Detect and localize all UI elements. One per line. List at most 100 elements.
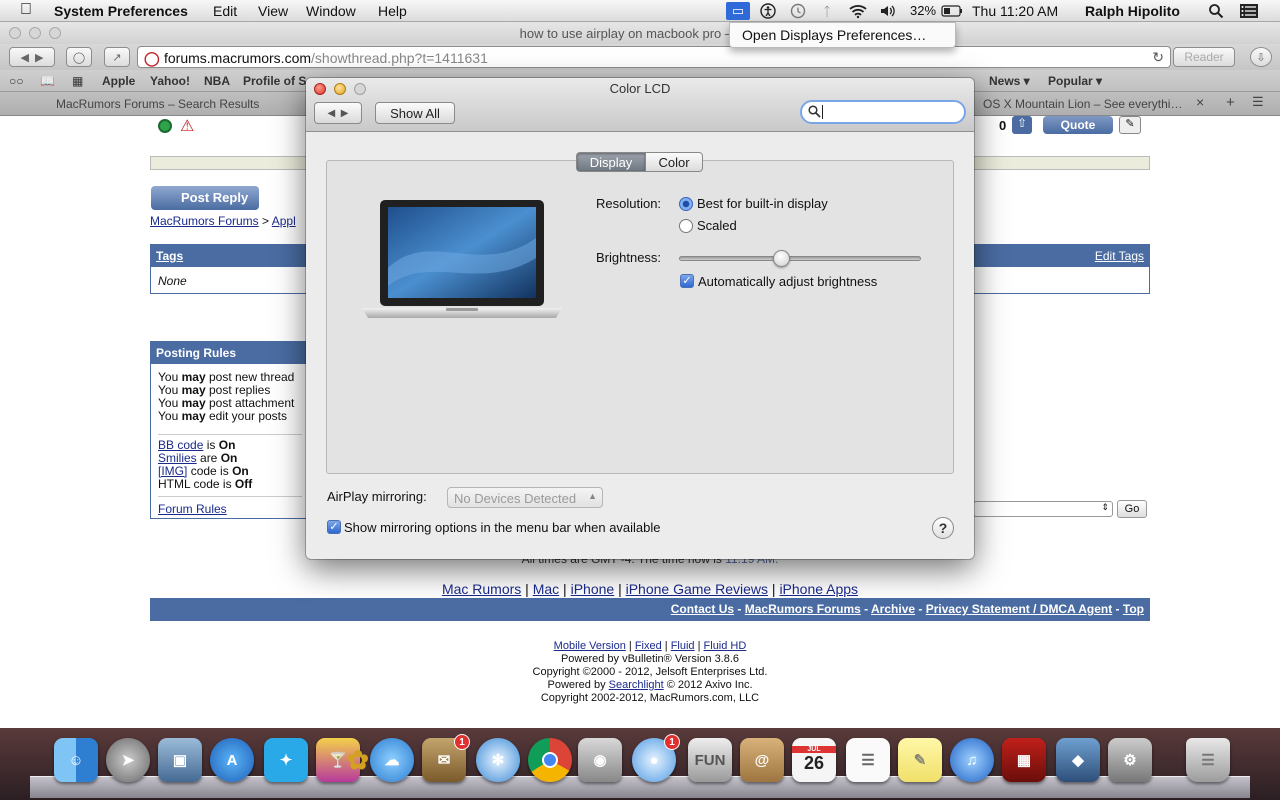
cloud-app-icon[interactable]: ☁ <box>370 738 414 782</box>
launchpad-icon[interactable]: ➤ <box>106 738 150 782</box>
spotlight-icon[interactable] <box>1206 2 1226 20</box>
notes-icon[interactable]: ✎ <box>898 738 942 782</box>
bb-code-link[interactable]: BB code <box>158 438 203 452</box>
tags-title[interactable]: Tags <box>156 249 183 263</box>
img-code-link[interactable]: [IMG] <box>158 464 187 478</box>
finder-icon[interactable]: ☺ <box>54 738 98 782</box>
auto-brightness-checkbox[interactable]: ✓ <box>680 274 694 288</box>
messages-icon[interactable]: ● 1 <box>632 734 680 782</box>
back-forward-buttons[interactable]: ◀ ▶ <box>9 47 55 67</box>
airplay-mirroring-select[interactable]: No Devices Detected ▲ <box>447 487 603 508</box>
quote-button[interactable]: Quote <box>1043 116 1113 134</box>
share-icon[interactable]: ↗ <box>104 47 130 67</box>
breadcrumb-root[interactable]: MacRumors Forums <box>150 214 259 228</box>
privacy-link[interactable]: Privacy Statement / DMCA Agent <box>926 602 1113 616</box>
brightness-slider-knob[interactable] <box>773 250 790 267</box>
contacts-icon[interactable]: @ <box>740 738 784 782</box>
system-preferences-icon[interactable]: ⚙ <box>1108 738 1152 782</box>
tab-search-results[interactable]: MacRumors Forums – Search Results <box>56 97 259 111</box>
menu-help[interactable]: Help <box>378 3 407 19</box>
wifi-icon[interactable] <box>846 2 870 20</box>
show-mirroring-checkbox[interactable]: ✓ <box>327 520 341 534</box>
fluid-hd-link[interactable]: Fluid HD <box>704 640 747 652</box>
app-menu[interactable]: System Preferences <box>54 3 188 19</box>
bookmark-news[interactable]: News ▾ <box>989 74 1030 88</box>
link-mac-rumors[interactable]: Mac Rumors <box>442 581 521 597</box>
top-sites-grid-icon[interactable]: ▦ <box>72 74 83 88</box>
bookmark-nba[interactable]: NBA <box>204 74 230 88</box>
tab-color[interactable]: Color <box>645 152 703 172</box>
edit-tags-link[interactable]: Edit Tags <box>1095 249 1144 263</box>
link-iphone-game-reviews[interactable]: iPhone Game Reviews <box>626 581 768 597</box>
contact-us-link[interactable]: Contact Us <box>671 602 734 616</box>
twitter-icon[interactable]: ✦ <box>264 738 308 782</box>
battery-icon[interactable] <box>940 2 964 20</box>
battery-percent[interactable]: 32% <box>910 3 936 18</box>
volume-icon[interactable] <box>878 2 898 20</box>
reminders-icon[interactable]: ☰ <box>846 738 890 782</box>
resolution-best-radio[interactable] <box>679 197 693 211</box>
user-name[interactable]: Ralph Hipolito <box>1085 3 1180 19</box>
bookmark-popular[interactable]: Popular ▾ <box>1048 74 1102 88</box>
notification-center-icon[interactable] <box>1238 2 1260 20</box>
top-link[interactable]: Top <box>1123 602 1144 616</box>
archive-link[interactable]: Archive <box>871 602 915 616</box>
menu-window[interactable]: Window <box>306 3 356 19</box>
reload-icon[interactable]: ↻ <box>1152 49 1164 66</box>
new-tab-icon[interactable]: + <box>1226 94 1235 111</box>
show-mirroring-label[interactable]: Show mirroring options in the menu bar w… <box>344 520 661 535</box>
tab-mountain-lion[interactable]: OS X Mountain Lion – See everythi… <box>983 97 1182 111</box>
tab-close-icon[interactable]: × <box>1196 94 1204 110</box>
back-forward-nav[interactable]: ◀ ▶ <box>314 102 362 124</box>
report-post-icon[interactable]: ⚠ <box>180 116 194 136</box>
itunes-icon[interactable]: ♫ <box>950 738 994 782</box>
time-machine-icon[interactable] <box>788 2 808 20</box>
go-button[interactable]: Go <box>1117 500 1147 518</box>
link-mac[interactable]: Mac <box>533 581 559 597</box>
iphoto-icon[interactable]: ◆ <box>1056 738 1100 782</box>
fixed-link[interactable]: Fixed <box>635 640 662 652</box>
bookmark-apple[interactable]: Apple <box>102 74 135 88</box>
airplay-icon[interactable]: ▭ <box>726 2 750 20</box>
brightness-slider[interactable] <box>679 250 921 267</box>
prefs-search-input[interactable] <box>800 100 966 124</box>
facetime-icon[interactable]: ◉ <box>578 738 622 782</box>
reader-button[interactable]: Reader <box>1173 47 1235 67</box>
mail-icon[interactable]: ✉ 1 <box>422 734 470 782</box>
show-all-button[interactable]: Show All <box>375 102 455 124</box>
fluid-link[interactable]: Fluid <box>671 640 695 652</box>
breadcrumb-next[interactable]: Appl <box>272 214 296 228</box>
smilies-link[interactable]: Smilies <box>158 451 197 465</box>
reading-list-icon[interactable]: ○○ <box>9 74 24 88</box>
chrome-icon[interactable] <box>528 738 572 782</box>
forum-jump-select[interactable]: ⇕ <box>973 501 1113 517</box>
topsites-icon[interactable]: ◯ <box>66 47 92 67</box>
tab-overflow-icon[interactable]: ☰ <box>1252 94 1264 110</box>
bookmark-profile[interactable]: Profile of S <box>243 74 306 88</box>
menu-view[interactable]: View <box>258 3 288 19</box>
app-store-icon[interactable]: A <box>210 738 254 782</box>
apple-menu-icon[interactable]:  <box>20 1 32 19</box>
resolution-scaled-radio[interactable] <box>679 219 693 233</box>
link-iphone-apps[interactable]: iPhone Apps <box>779 581 858 597</box>
preview-icon[interactable]: ▣ <box>158 738 202 782</box>
mobile-version-link[interactable]: Mobile Version <box>554 640 626 652</box>
accessibility-icon[interactable] <box>758 2 778 20</box>
bookmarks-icon[interactable]: 📖 <box>40 74 55 88</box>
multiquote-icon[interactable]: ✎ <box>1119 116 1141 134</box>
clock[interactable]: Thu 11:20 AM <box>972 3 1058 19</box>
resolution-best-label[interactable]: Best for built-in display <box>697 196 828 211</box>
bluetooth-icon[interactable]: ᛏ <box>818 2 836 20</box>
trash-icon[interactable]: ☰ <box>1186 738 1230 782</box>
resolution-scaled-label[interactable]: Scaled <box>697 218 737 233</box>
address-bar[interactable]: ◯ forums.macrumors.com/showthread.php?t=… <box>137 46 1171 68</box>
help-button[interactable]: ? <box>932 517 954 539</box>
searchlight-link[interactable]: Searchlight <box>609 679 664 691</box>
post-reply-button[interactable]: Post Reply <box>151 186 259 210</box>
calendar-icon[interactable]: JUL 26 <box>792 738 836 782</box>
disk-utility-icon[interactable]: FUN <box>688 738 732 782</box>
link-iphone[interactable]: iPhone <box>571 581 615 597</box>
open-displays-preferences-item[interactable]: Open Displays Preferences… <box>742 27 926 43</box>
downloads-icon[interactable]: ⇩ <box>1250 47 1272 67</box>
forum-rules-link[interactable]: Forum Rules <box>158 502 227 516</box>
